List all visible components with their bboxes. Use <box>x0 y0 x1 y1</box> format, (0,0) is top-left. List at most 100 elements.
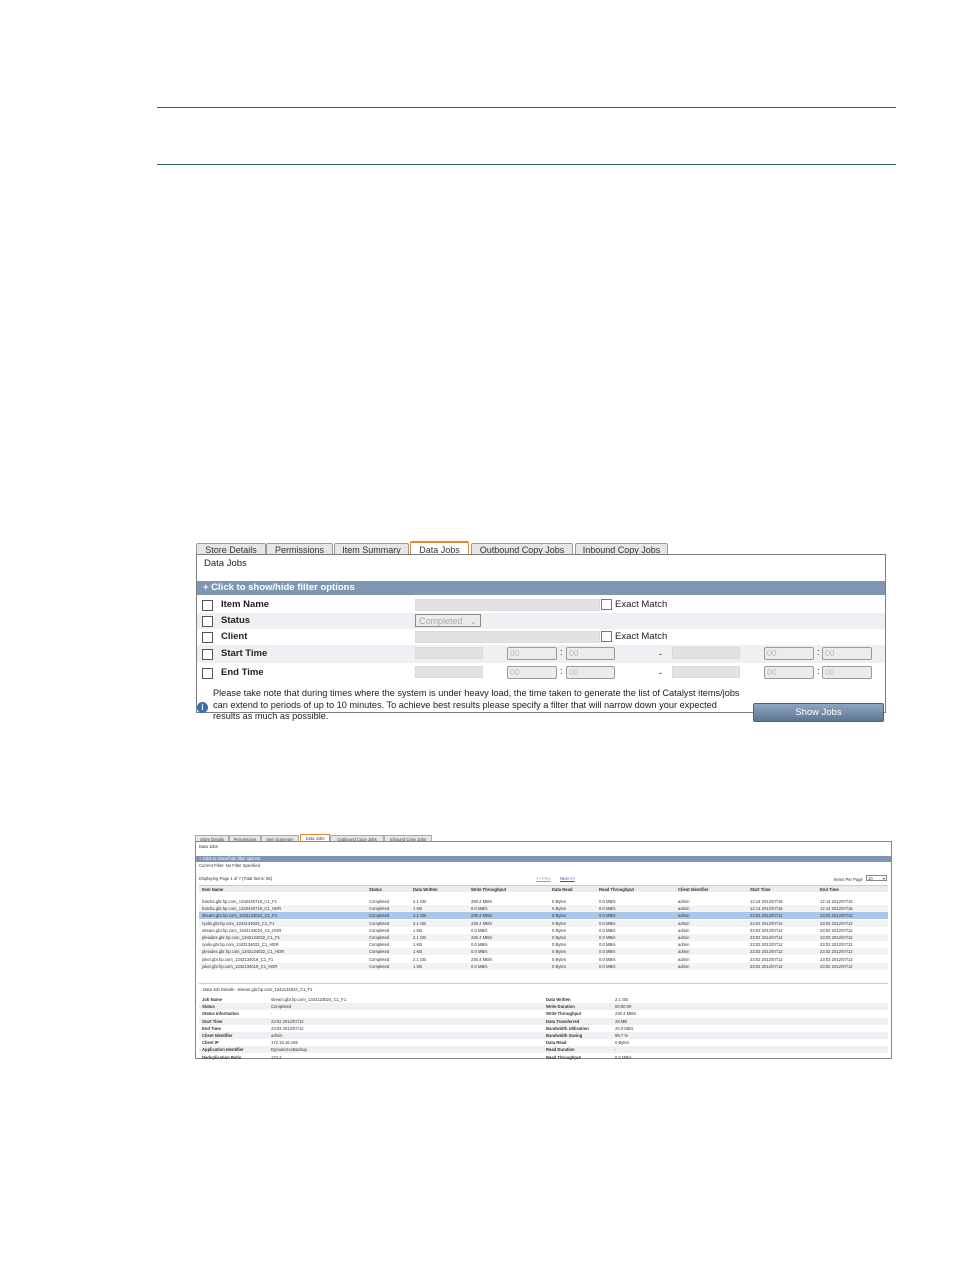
table-row[interactable]: stream.gbr.hp.com_1342134024_C1_HDR Compl… <box>199 927 888 934</box>
table-cell: stream.gbr.hp.com_1342134024_C1_F1 <box>202 913 278 919</box>
panel-title: Data Jobs <box>204 558 247 569</box>
show-jobs-button[interactable]: Show Jobs <box>753 703 884 722</box>
col-data-written[interactable]: Data Written <box>413 887 438 892</box>
detail-key: Client Identifier <box>202 1033 233 1038</box>
table-cell: joker.gbr.hp.com_1342134019_C1_F1 <box>202 956 274 962</box>
current-filter-text: Current Filter: No Filter Specified <box>199 863 260 868</box>
table-cell: 0.0 MB/s <box>599 899 616 904</box>
client-label: Client <box>221 631 248 642</box>
col-start-time[interactable]: Start Time <box>750 887 770 892</box>
item-name-input[interactable] <box>415 599 600 611</box>
table-cell: 23:03 2012/07/12 <box>820 913 853 919</box>
screenshot-data-jobs-list: Store Details Permissions Item Summary D… <box>195 834 892 1060</box>
table-cell: 23:02 2012/07/12 <box>820 942 853 948</box>
detail-key: Data Transferred <box>546 1018 580 1024</box>
table-row[interactable]: hatcha.gbr.hp.com_1342440718_C1_HDR Compl… <box>199 905 888 913</box>
filter-toggle[interactable]: + Click to show/hide filter options <box>196 856 891 862</box>
detail-value: 0.0 MB/s <box>615 1054 632 1060</box>
detail-value: 230.4 MB/s <box>615 1011 637 1017</box>
start-time-to-hour[interactable]: 00 <box>764 647 814 660</box>
detail-key: Start Time <box>202 1018 223 1024</box>
table-row[interactable]: pleiades.gbr.hp.com_1342134022_C1_F1 Comp… <box>199 934 888 941</box>
table-cell: admin <box>678 935 690 940</box>
table-cell: 23:03 2012/07/12 <box>820 920 853 926</box>
start-time-from-date[interactable] <box>415 647 483 659</box>
table-cell: Completed <box>369 927 390 933</box>
end-time-from-date[interactable] <box>415 666 483 678</box>
detail-key: Bandwidth Utilisation <box>546 1025 589 1031</box>
col-item-name[interactable]: Item Name <box>202 887 223 892</box>
col-read-throughput[interactable]: Read Throughput <box>599 887 634 892</box>
col-end-time[interactable]: End Time <box>820 887 839 892</box>
client-exact-match-label: Exact Match <box>615 631 668 642</box>
end-time-dash: - <box>659 668 663 679</box>
end-time-from-minute[interactable]: 00 <box>566 666 615 679</box>
item-name-exact-match-checkbox[interactable] <box>601 599 612 610</box>
item-name-checkbox[interactable] <box>202 600 213 611</box>
filter-row-start-time: Start Time 00 : 00 - 00 : 00 <box>197 645 885 663</box>
col-data-read[interactable]: Data Read <box>552 887 572 892</box>
table-header: Item Name Status Data Written Write Thro… <box>199 885 888 892</box>
end-time-to-hour[interactable]: 00 <box>764 666 814 679</box>
table-cell: 0 Bytes <box>552 913 566 919</box>
end-time-to-date[interactable] <box>672 666 740 678</box>
end-time-checkbox[interactable] <box>202 668 213 679</box>
start-time-from-minute[interactable]: 00 <box>566 647 615 660</box>
detail-key: Status <box>202 1004 215 1010</box>
col-client-identifier[interactable]: Client Identifier <box>678 887 708 892</box>
end-time-from-hour[interactable]: 00 <box>507 666 557 679</box>
filter-toggle[interactable]: + Click to show/hide filter options <box>197 581 885 595</box>
end-time-to-colon: : <box>817 666 820 677</box>
start-time-to-minute[interactable]: 00 <box>822 647 872 660</box>
table-row[interactable]: joker.gbr.hp.com_1342134019_C1_F1 Complet… <box>199 956 888 963</box>
detail-key: End Time <box>202 1025 221 1031</box>
end-time-to-minute[interactable]: 00 <box>822 666 872 679</box>
table-cell: 230.4 MB/s <box>471 935 493 940</box>
table-cell: 23:02 2012/07/12 <box>750 949 783 955</box>
tab-bar: Store Details Permissions Item Summary D… <box>196 541 886 557</box>
table-cell: 0.0 MB/s <box>471 942 488 948</box>
table-cell: 0.0 MB/s <box>471 963 488 969</box>
table-cell: admin <box>678 956 690 962</box>
table-cell: 0.0 MB/s <box>471 906 488 912</box>
table-cell: 23:03 2012/07/12 <box>820 956 853 962</box>
col-status[interactable]: Status <box>369 887 382 892</box>
detail-value: 2.1 GB <box>615 997 629 1002</box>
page-info-text: Displaying Page 1 of 7 (Total Items: 66) <box>199 876 273 881</box>
start-time-checkbox[interactable] <box>202 649 213 660</box>
table-cell: 0.0 MB/s <box>599 920 616 926</box>
client-input[interactable] <box>415 631 600 643</box>
col-write-throughput[interactable]: Write Throughput <box>471 887 506 892</box>
items-per-page-select[interactable]: 10 ▾ <box>866 875 887 881</box>
next-page-link[interactable]: Next >> <box>560 876 575 881</box>
client-exact-match-checkbox[interactable] <box>601 631 612 642</box>
table-row[interactable]: hatcha.gbr.hp.com_1342440718_C1_F1 Comple… <box>199 898 888 905</box>
detail-value: 0 Bytes <box>615 1040 629 1046</box>
detail-key: Client IP <box>202 1040 219 1046</box>
status-checkbox[interactable] <box>202 616 213 627</box>
detail-row: Status Information - Write Throughput 230.4… <box>199 1010 888 1017</box>
start-time-from-hour[interactable]: 00 <box>507 647 557 660</box>
table-row[interactable]: stream.gbr.hp.com_1342134024_C1_F1 Comple… <box>199 912 888 920</box>
table-cell: 230.4 MB/s <box>471 913 493 919</box>
table-cell: 0 Bytes <box>552 927 566 933</box>
table-row[interactable]: joker.gbr.hp.com_1342134019_C1_HDR Comple… <box>199 962 888 970</box>
client-checkbox[interactable] <box>202 632 213 643</box>
table-row[interactable]: pleiades.gbr.hp.com_1342134022_C1_HDR Com… <box>199 948 888 956</box>
status-select[interactable]: Completed ⌄ <box>415 614 481 627</box>
start-time-to-colon: : <box>817 647 820 658</box>
table-cell: 0.0 MB/s <box>471 949 488 955</box>
chevron-down-icon: ⌄ <box>469 616 477 626</box>
table-cell: 1 KB <box>413 927 423 933</box>
table-cell: 2.1 GB <box>413 956 427 962</box>
table-cell: Completed <box>369 935 390 940</box>
table-cell: 280.2 MB/s <box>471 899 493 904</box>
status-label: Status <box>221 615 251 626</box>
prev-page-link[interactable]: << Prev <box>536 876 551 881</box>
table-cell: 12:14 2012/07/16 <box>750 906 783 912</box>
detail-row: Status Completed Write Duration 00:00:09 <box>199 1003 888 1011</box>
table-cell: 230.4 MB/s <box>471 920 493 926</box>
start-time-to-date[interactable] <box>672 647 740 659</box>
table-row[interactable]: ryalio.gbr.hp.com_1342134023_C1_HDR Compl… <box>199 941 888 948</box>
table-row[interactable]: ryalio.gbr.hp.com_1342134023_C1_F1 Comple… <box>199 919 888 927</box>
